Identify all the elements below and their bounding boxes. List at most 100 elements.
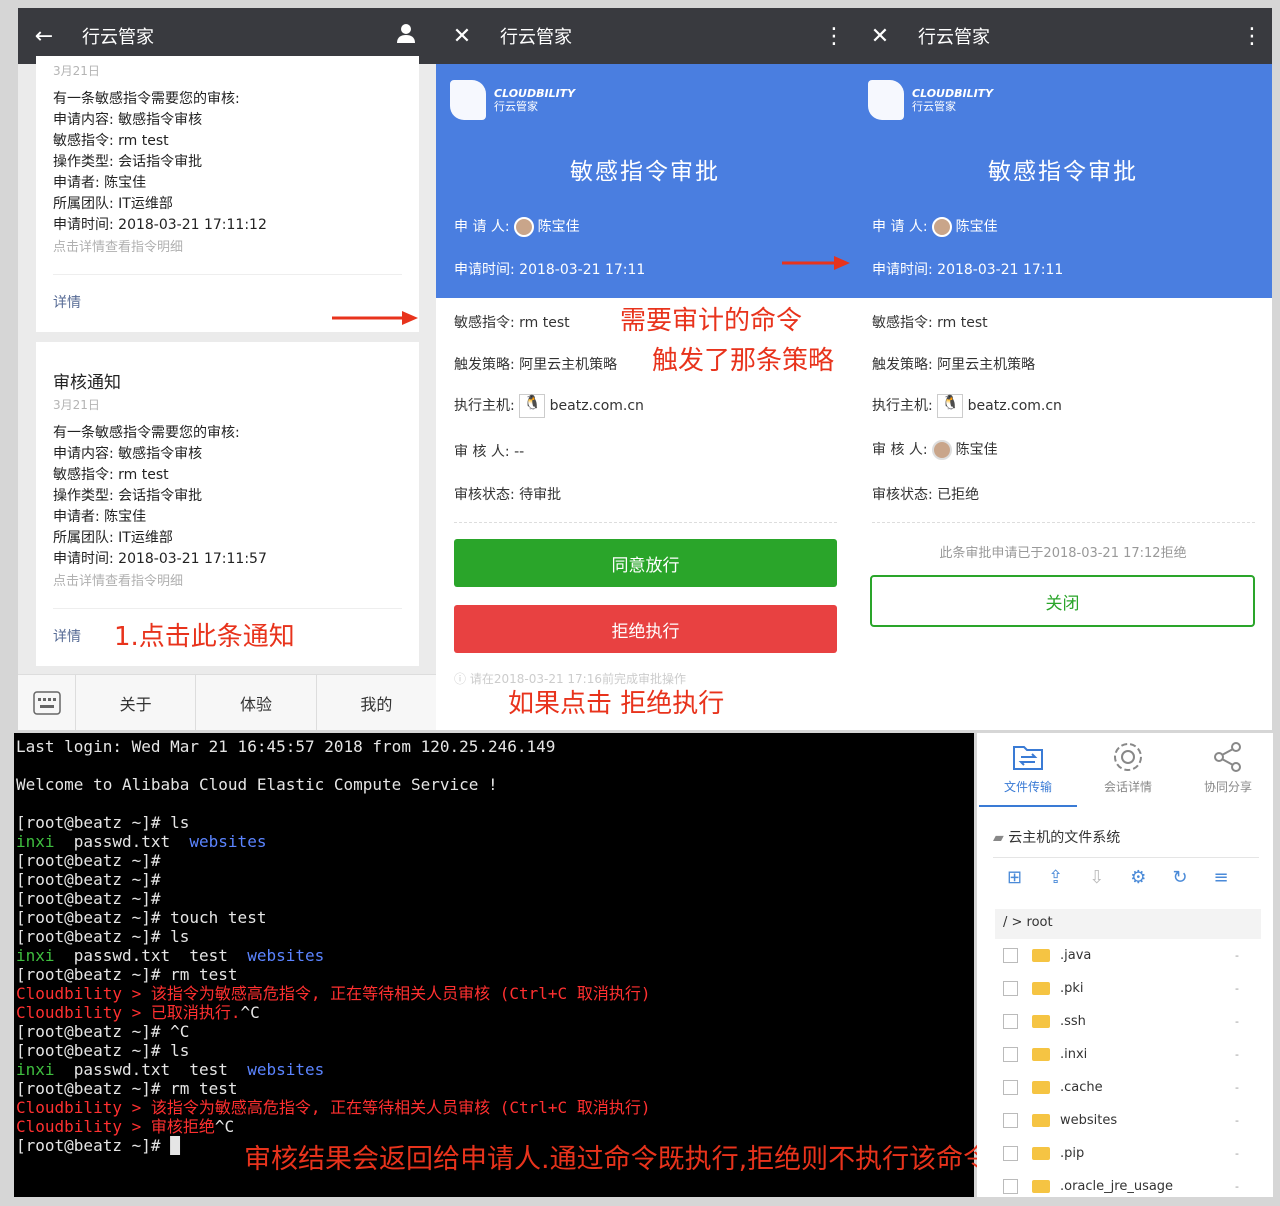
menu-item-mine[interactable]: 我的 (317, 675, 436, 730)
avatar (513, 217, 534, 237)
folder-icon (1032, 1081, 1050, 1094)
row-checkbox[interactable] (1003, 1113, 1018, 1128)
card-line: 有一条敏感指令需要您的审核: (53, 425, 240, 441)
file-size: - (1235, 1180, 1239, 1193)
close-icon[interactable]: ✕ (860, 24, 900, 49)
annotation-policy: 触发了那条策略 (652, 346, 835, 376)
file-row[interactable]: .inxi - (1003, 1038, 1239, 1071)
file-row[interactable]: .pki - (1003, 972, 1239, 1005)
terminal-line: [root@beatz ~]# ls (16, 813, 190, 832)
row-checkbox[interactable] (1003, 1047, 1018, 1062)
row-checkbox[interactable] (1003, 1179, 1018, 1194)
terminal-line: [root@beatz ~]# ^C (16, 1022, 190, 1041)
row-checkbox[interactable] (1003, 1080, 1018, 1095)
file-name: .ssh (1060, 1014, 1086, 1029)
file-name: .oracle_jre_usage (1060, 1179, 1174, 1194)
file-row[interactable]: .pip - (1003, 1137, 1239, 1170)
card-hint: 点击详情查看指令明细 (53, 240, 184, 255)
arrow-annotation-icon (782, 256, 850, 270)
app-header: ✕ 行云管家 ⋮ (854, 8, 1272, 64)
card-line: 所属团队: IT运维部 (53, 196, 173, 212)
more-icon[interactable]: ⋮ (814, 24, 854, 49)
folder-icon (1032, 1147, 1050, 1160)
card-line: 申请者: 陈宝佳 (53, 175, 147, 191)
more-icon[interactable]: ⋮ (1232, 24, 1272, 49)
back-arrow-icon[interactable]: ← (24, 24, 64, 49)
upload-icon[interactable]: ⇪ (1048, 867, 1063, 888)
file-size: - (1235, 1081, 1239, 1094)
row-checkbox[interactable] (1003, 981, 1018, 996)
detail-link[interactable]: 详情 (53, 626, 81, 646)
breadcrumb[interactable]: / > root (995, 909, 1261, 939)
close-icon[interactable]: ✕ (442, 24, 482, 49)
ssh-terminal[interactable]: Last login: Wed Mar 21 16:45:57 2018 fro… (14, 733, 974, 1197)
detail-link[interactable]: 详情 (53, 292, 81, 312)
folder-icon (1032, 949, 1050, 962)
terminal-line: [root@beatz ~]# ls (16, 927, 190, 946)
keyboard-icon[interactable] (18, 675, 76, 730)
header-title: 行云管家 (918, 27, 990, 48)
annotation-cmd: 需要审计的命令 (620, 306, 803, 336)
file-size: - (1235, 1114, 1239, 1127)
file-name: .inxi (1060, 1047, 1088, 1062)
file-size: - (1235, 1147, 1239, 1160)
row-checkbox[interactable] (1003, 948, 1018, 963)
card-date: 3月21日 (53, 398, 100, 412)
disk-icon: ▰ (993, 830, 1004, 846)
file-size: - (1235, 982, 1239, 995)
card-date: 3月21日 (53, 64, 100, 78)
tab-file-transfer[interactable]: 文件传输 (979, 739, 1077, 807)
row-checkbox[interactable] (1003, 1146, 1018, 1161)
file-row[interactable]: websites - (1003, 1104, 1239, 1137)
folder-icon (1032, 1048, 1050, 1061)
row-checkbox[interactable] (1003, 1014, 1018, 1029)
card-body: 有一条敏感指令需要您的审核: 申请内容: 敏感指令审核 敏感指令: rm tes… (53, 89, 267, 255)
card-hint: 点击详情查看指令明细 (53, 574, 184, 589)
tab-share[interactable]: 协同分享 (1179, 739, 1273, 795)
policy-field: 触发策略: 阿里云主机策略 (872, 357, 1036, 373)
refresh-icon[interactable]: ↻ (1172, 867, 1187, 888)
policy-field: 触发策略: 阿里云主机策略 (454, 357, 618, 373)
linux-icon: 🐧 (937, 394, 964, 418)
notification-card-1[interactable]: 3月21日 有一条敏感指令需要您的审核: 申请内容: 敏感指令审核 敏感指令: … (36, 56, 419, 332)
command-field: 敏感指令: rm test (454, 315, 570, 331)
annotation-reject: 如果点击 拒绝执行 (508, 689, 725, 719)
panel-notifications: ← 行云管家 3月21日 有一条敏感指令需要您的审核: 申请内容: 敏感指令审核… (18, 8, 436, 730)
card-line: 操作类型: 会话指令审批 (53, 488, 203, 504)
file-size: - (1235, 1048, 1239, 1061)
menu-item-experience[interactable]: 体验 (196, 675, 317, 730)
status-field: 审核状态: 已拒绝 (872, 487, 980, 503)
folder-icon (1032, 1180, 1050, 1193)
profile-icon[interactable] (386, 22, 426, 50)
sort-icon[interactable]: ≡ (1214, 867, 1229, 888)
divider (53, 608, 402, 609)
approve-button[interactable]: 同意放行 (454, 539, 837, 587)
header-title: 行云管家 (82, 27, 154, 48)
file-name: .pip (1060, 1146, 1085, 1161)
card-line: 申请内容: 敏感指令审核 (53, 446, 203, 462)
card-line: 申请者: 陈宝佳 (53, 509, 147, 525)
avatar (931, 217, 952, 237)
notification-card-2[interactable]: 审核通知 3月21日 有一条敏感指令需要您的审核: 申请内容: 敏感指令审核 敏… (36, 342, 419, 666)
settings-icon[interactable]: ⚙ (1130, 867, 1146, 888)
file-name: .java (1060, 948, 1092, 963)
gear-icon (1114, 743, 1142, 771)
terminal-line: [root@beatz ~]# touch test (16, 908, 267, 927)
file-row[interactable]: .java - (1003, 939, 1239, 972)
tab-session-details[interactable]: 会话详情 (1079, 739, 1177, 795)
terminal-line: [root@beatz ~]# (16, 851, 161, 870)
menu-item-about[interactable]: 关于 (76, 675, 197, 730)
file-size: - (1235, 1015, 1239, 1028)
close-button[interactable]: 关闭 (870, 575, 1255, 627)
new-folder-icon[interactable]: ⊞ (1007, 867, 1022, 888)
file-row[interactable]: .oracle_jre_usage - (1003, 1170, 1239, 1197)
file-row[interactable]: .cache - (1003, 1071, 1239, 1104)
command-field: 敏感指令: rm test (872, 315, 988, 331)
file-toolbar: ⊞ ⇪ ⇩ ⚙ ↻ ≡ (1007, 867, 1229, 888)
file-row[interactable]: .ssh - (1003, 1005, 1239, 1038)
approval-title: 敏感指令审批 (570, 159, 720, 185)
reject-button[interactable]: 拒绝执行 (454, 605, 837, 653)
terminal-line: Cloudbility > 该指令为敏感高危指令, 正在等待相关人员审核 (Ct… (16, 1098, 651, 1117)
download-icon[interactable]: ⇩ (1089, 867, 1104, 888)
